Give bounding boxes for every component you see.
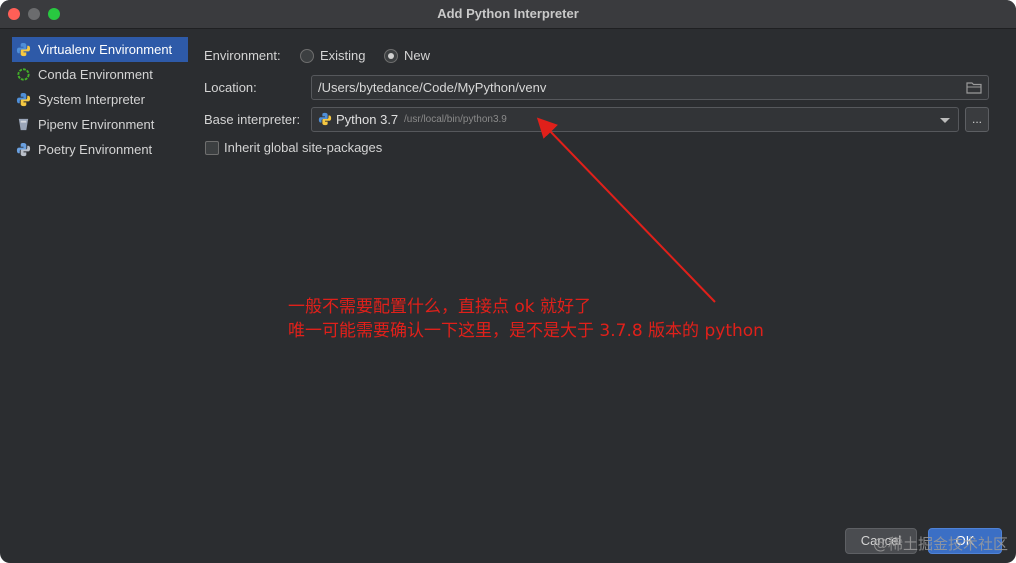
annotation-line-2: 唯一可能需要确认一下这里，是不是大于 3.7.8 版本的 python bbox=[288, 321, 764, 341]
watermark: @稀土掘金技术社区 bbox=[872, 535, 1008, 553]
annotation-arrow bbox=[536, 117, 716, 303]
annotation-line-1: 一般不需要配置什么，直接点 ok 就好了 bbox=[288, 297, 592, 317]
dialog-window: Add Python Interpreter Virtualenv Enviro… bbox=[0, 0, 1016, 563]
annotation-text: 一般不需要配置什么，直接点 ok 就好了 唯一可能需要确认一下这里，是不是大于 … bbox=[288, 295, 764, 343]
